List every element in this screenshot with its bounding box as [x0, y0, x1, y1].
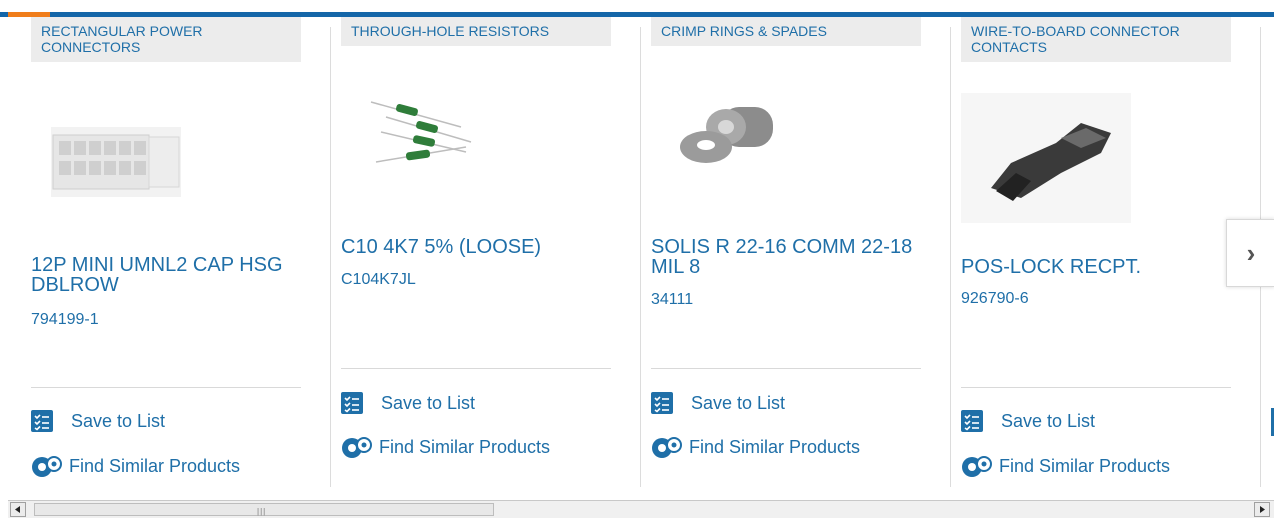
find-similar-button[interactable]: Find Similar Products [31, 453, 240, 479]
category-label[interactable]: RECTANGULAR POWER CONNECTORS [31, 17, 301, 62]
connector-housing-image[interactable] [31, 97, 201, 227]
divider [961, 387, 1231, 388]
gears-icon [341, 434, 373, 460]
product-card: CRIMP RINGS & SPADES SOLIS R 22-16 COMM … [651, 17, 951, 493]
find-similar-label: Find Similar Products [379, 436, 551, 457]
category-label[interactable]: THROUGH-HOLE RESISTORS [341, 17, 611, 46]
gears-icon [31, 453, 63, 479]
contact-image[interactable] [961, 93, 1131, 223]
product-number[interactable]: 34111 [651, 291, 693, 309]
find-similar-label: Find Similar Products [69, 455, 241, 476]
scroll-right-icon[interactable] [1254, 502, 1270, 517]
checklist-icon [961, 410, 983, 432]
checklist-icon [341, 392, 363, 414]
divider [31, 387, 301, 388]
divider [341, 368, 611, 369]
find-similar-button[interactable]: Find Similar Products [961, 453, 1170, 479]
category-label[interactable]: CRIMP RINGS & SPADES [651, 17, 921, 46]
carousel-next-button[interactable]: › [1226, 219, 1274, 287]
find-similar-button[interactable]: Find Similar Products [651, 434, 860, 460]
ring-terminal-image[interactable] [651, 87, 821, 217]
product-number[interactable]: C104K7JL [341, 271, 416, 289]
product-name-link[interactable]: POS-LOCK RECPT. [961, 257, 1231, 277]
find-similar-button[interactable]: Find Similar Products [341, 434, 550, 460]
find-similar-label: Find Similar Products [689, 436, 861, 457]
product-name-link[interactable]: 12P MINI UMNL2 CAP HSG DBLROW [31, 255, 301, 295]
scrollbar-thumb[interactable]: ||| [34, 503, 494, 516]
chevron-right-icon: › [1246, 237, 1256, 268]
category-label[interactable]: WIRE-TO-BOARD CONNECTOR CONTACTS [961, 17, 1231, 62]
gears-icon [961, 453, 993, 479]
product-name-link[interactable]: C10 4K7 5% (LOOSE) [341, 237, 611, 257]
horizontal-scrollbar[interactable]: ||| [8, 500, 1274, 518]
product-card: THROUGH-HOLE RESISTORS C10 4K7 5% (LOOSE… [341, 17, 641, 493]
gears-icon [651, 434, 683, 460]
product-number[interactable]: 926790-6 [961, 290, 1029, 308]
divider [651, 368, 921, 369]
resistor-image[interactable] [341, 87, 511, 217]
scroll-left-icon[interactable] [10, 502, 26, 517]
product-name-link[interactable]: SOLIS R 22-16 COMM 22-18 MIL 8 [651, 237, 921, 277]
save-to-list-button[interactable]: Save to List [341, 390, 475, 416]
save-to-list-label: Save to List [1001, 410, 1096, 431]
checklist-icon [651, 392, 673, 414]
save-to-list-label: Save to List [71, 410, 166, 431]
save-to-list-label: Save to List [691, 392, 786, 413]
save-to-list-button[interactable]: Save to List [651, 390, 785, 416]
checklist-icon [31, 410, 53, 432]
save-to-list-button[interactable]: Save to List [961, 408, 1095, 434]
product-card: RECTANGULAR POWER CONNECTORS 12P MINI UM… [31, 17, 331, 493]
find-similar-label: Find Similar Products [999, 455, 1171, 476]
product-number[interactable]: 794199-1 [31, 311, 99, 329]
product-card: WIRE-TO-BOARD CONNECTOR CONTACTS POS-LOC… [961, 17, 1261, 493]
save-to-list-button[interactable]: Save to List [31, 408, 165, 434]
save-to-list-label: Save to List [381, 392, 476, 413]
